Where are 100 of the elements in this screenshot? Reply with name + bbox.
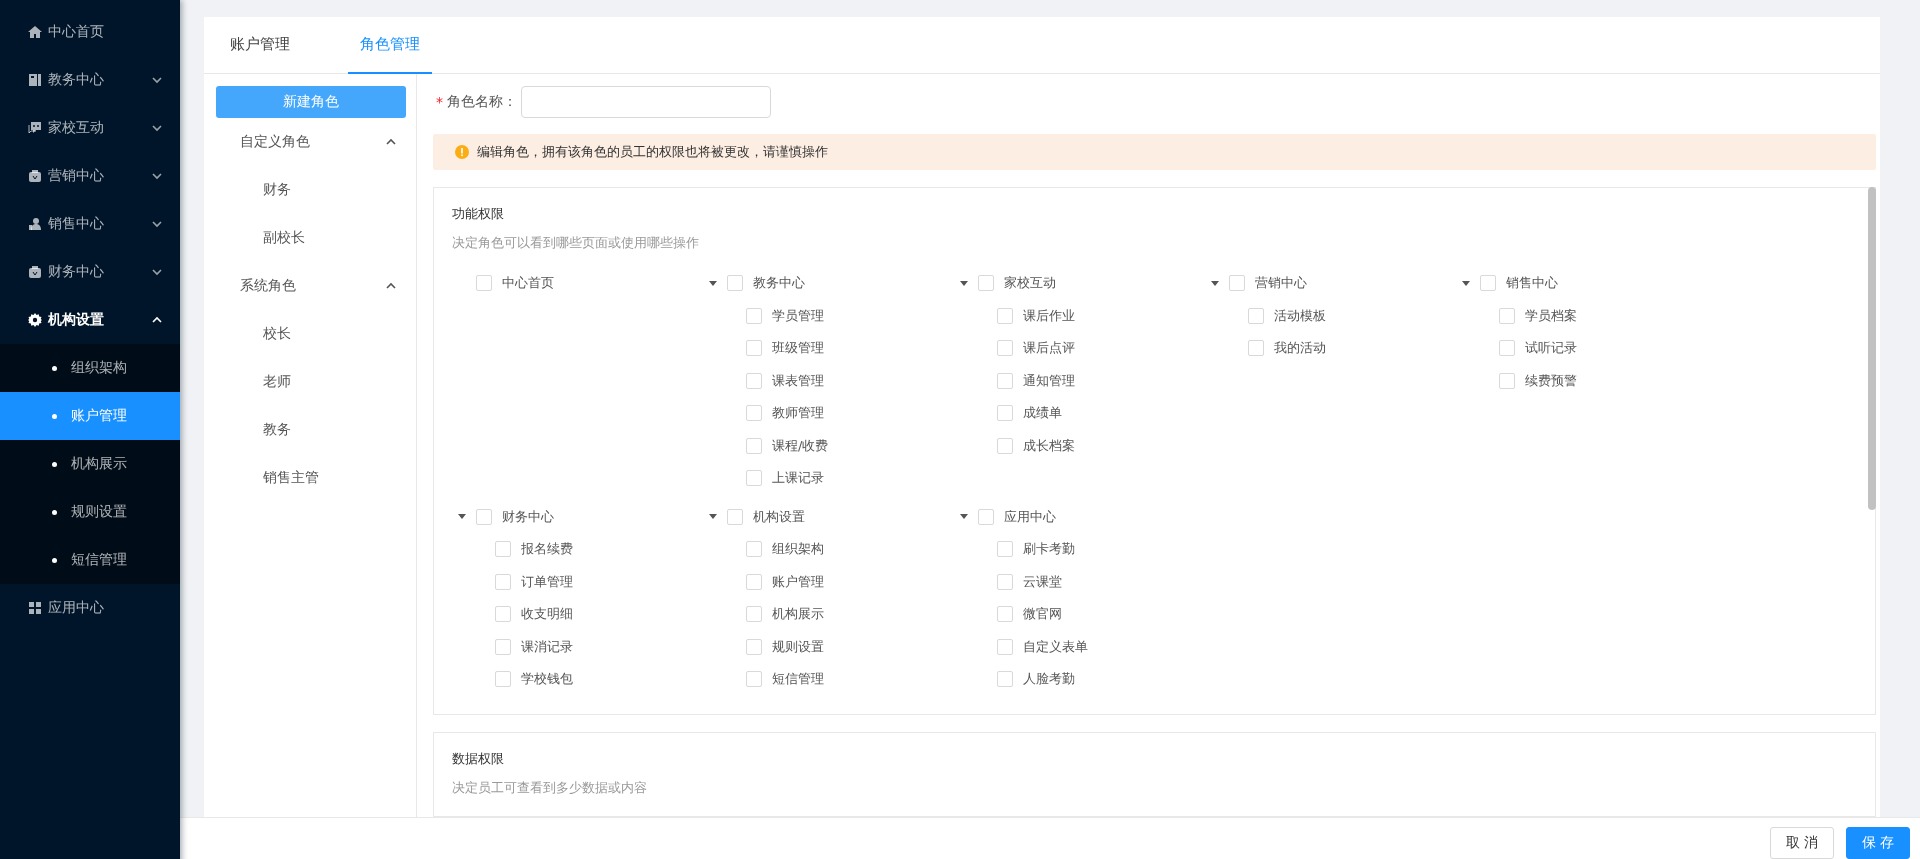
checkbox-label[interactable]: 成绩单: [1023, 404, 1062, 423]
checkbox-label[interactable]: 应用中心: [1004, 507, 1056, 526]
checkbox[interactable]: [495, 573, 511, 590]
sidebar-subitem[interactable]: 组织架构: [0, 344, 180, 392]
checkbox[interactable]: [495, 606, 511, 623]
checkbox[interactable]: [1499, 340, 1515, 357]
checkbox[interactable]: [746, 340, 762, 357]
checkbox[interactable]: [1248, 307, 1264, 324]
checkbox[interactable]: [978, 275, 994, 292]
checkbox[interactable]: [997, 307, 1013, 324]
sidebar-item[interactable]: 机构设置: [0, 296, 180, 344]
checkbox[interactable]: [1499, 307, 1515, 324]
checkbox-label[interactable]: 成长档案: [1023, 436, 1075, 455]
checkbox-label[interactable]: 课表管理: [772, 371, 824, 390]
checkbox-label[interactable]: 中心首页: [502, 274, 554, 293]
checkbox[interactable]: [997, 437, 1013, 454]
checkbox-label[interactable]: 上课记录: [772, 469, 824, 488]
checkbox[interactable]: [727, 508, 743, 525]
checkbox[interactable]: [746, 671, 762, 688]
sidebar-item[interactable]: 中心首页: [0, 8, 180, 56]
checkbox[interactable]: [1229, 275, 1245, 292]
role-item[interactable]: 销售主管: [216, 454, 406, 502]
checkbox[interactable]: [997, 671, 1013, 688]
checkbox-label[interactable]: 课后点评: [1023, 339, 1075, 358]
checkbox-label[interactable]: 续费预警: [1525, 371, 1577, 390]
checkbox-label[interactable]: 营销中心: [1255, 274, 1307, 293]
checkbox-label[interactable]: 学校钱包: [521, 670, 573, 689]
checkbox[interactable]: [727, 275, 743, 292]
caret-icon[interactable]: [709, 280, 717, 286]
checkbox-label[interactable]: 收支明细: [521, 605, 573, 624]
sidebar-item[interactable]: 教务中心: [0, 56, 180, 104]
checkbox[interactable]: [997, 606, 1013, 623]
checkbox-label[interactable]: 课后作业: [1023, 306, 1075, 325]
checkbox[interactable]: [746, 606, 762, 623]
sidebar-subitem[interactable]: 规则设置: [0, 488, 180, 536]
checkbox-label[interactable]: 自定义表单: [1023, 637, 1088, 656]
checkbox-label[interactable]: 人脸考勤: [1023, 670, 1075, 689]
checkbox[interactable]: [476, 275, 492, 292]
role-group-header[interactable]: 自定义角色: [216, 118, 406, 166]
role-item[interactable]: 老师: [216, 358, 406, 406]
checkbox-label[interactable]: 微官网: [1023, 605, 1062, 624]
checkbox-label[interactable]: 账户管理: [772, 572, 824, 591]
checkbox-label[interactable]: 通知管理: [1023, 371, 1075, 390]
caret-icon[interactable]: [960, 280, 968, 286]
role-item[interactable]: 校长: [216, 310, 406, 358]
checkbox-label[interactable]: 我的活动: [1274, 339, 1326, 358]
role-group-header[interactable]: 系统角色: [216, 262, 406, 310]
checkbox[interactable]: [746, 541, 762, 558]
checkbox-label[interactable]: 短信管理: [772, 670, 824, 689]
checkbox[interactable]: [746, 437, 762, 454]
tab[interactable]: 账户管理: [218, 17, 302, 74]
checkbox-label[interactable]: 订单管理: [521, 572, 573, 591]
checkbox[interactable]: [997, 340, 1013, 357]
checkbox[interactable]: [746, 470, 762, 487]
checkbox-label[interactable]: 销售中心: [1506, 274, 1558, 293]
checkbox-label[interactable]: 报名续费: [521, 540, 573, 559]
sidebar-item[interactable]: 营销中心: [0, 152, 180, 200]
role-name-field[interactable]: [521, 86, 771, 118]
caret-icon[interactable]: [458, 514, 466, 520]
checkbox[interactable]: [997, 405, 1013, 422]
checkbox-label[interactable]: 活动模板: [1274, 306, 1326, 325]
scrollbar-thumb[interactable]: [1868, 187, 1876, 510]
checkbox-label[interactable]: 机构设置: [753, 507, 805, 526]
caret-icon[interactable]: [709, 514, 717, 520]
caret-icon[interactable]: [1462, 280, 1470, 286]
sidebar-item[interactable]: 销售中心: [0, 200, 180, 248]
sidebar-subitem[interactable]: 短信管理: [0, 536, 180, 584]
role-item[interactable]: 财务: [216, 166, 406, 214]
checkbox-label[interactable]: 教务中心: [753, 274, 805, 293]
checkbox[interactable]: [978, 508, 994, 525]
checkbox-label[interactable]: 学员档案: [1525, 306, 1577, 325]
checkbox-label[interactable]: 教师管理: [772, 404, 824, 423]
checkbox-label[interactable]: 班级管理: [772, 339, 824, 358]
sidebar-item[interactable]: 家校互动: [0, 104, 180, 152]
sidebar-subitem[interactable]: 机构展示: [0, 440, 180, 488]
checkbox[interactable]: [495, 671, 511, 688]
checkbox[interactable]: [1248, 340, 1264, 357]
checkbox[interactable]: [495, 541, 511, 558]
checkbox[interactable]: [746, 372, 762, 389]
checkbox[interactable]: [746, 307, 762, 324]
sidebar-item[interactable]: 应用中心: [0, 584, 180, 632]
checkbox-label[interactable]: 组织架构: [772, 540, 824, 559]
role-item[interactable]: 教务: [216, 406, 406, 454]
checkbox[interactable]: [1480, 275, 1496, 292]
checkbox-label[interactable]: 规则设置: [772, 637, 824, 656]
checkbox-label[interactable]: 学员管理: [772, 306, 824, 325]
checkbox[interactable]: [997, 541, 1013, 558]
role-item[interactable]: 副校长: [216, 214, 406, 262]
checkbox-label[interactable]: 机构展示: [772, 605, 824, 624]
checkbox-label[interactable]: 课程/收费: [772, 436, 829, 455]
checkbox[interactable]: [1499, 372, 1515, 389]
checkbox-label[interactable]: 家校互动: [1004, 274, 1056, 293]
checkbox[interactable]: [746, 405, 762, 422]
checkbox[interactable]: [997, 372, 1013, 389]
caret-icon[interactable]: [1211, 280, 1219, 286]
checkbox[interactable]: [746, 638, 762, 655]
checkbox-label[interactable]: 课消记录: [521, 637, 573, 656]
sidebar-item[interactable]: 财务中心: [0, 248, 180, 296]
checkbox-label[interactable]: 试听记录: [1525, 339, 1577, 358]
checkbox[interactable]: [476, 508, 492, 525]
